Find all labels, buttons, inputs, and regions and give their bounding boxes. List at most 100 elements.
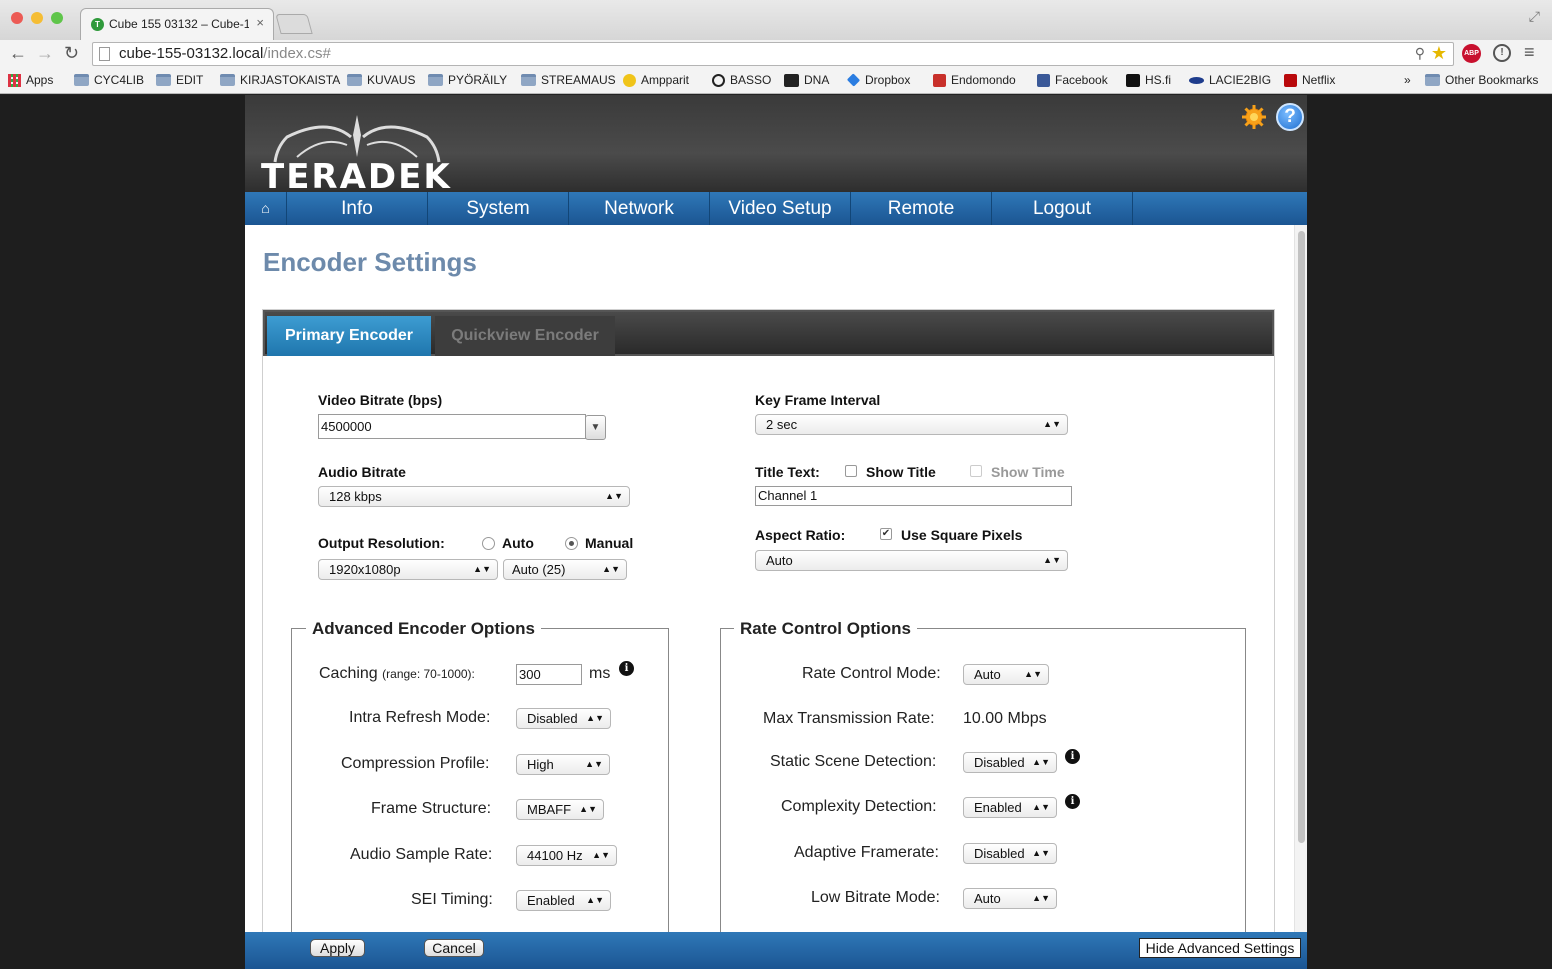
- framerate-select[interactable]: Auto (25) ▲▼: [503, 559, 627, 580]
- output-resolution-manual-radio[interactable]: [565, 537, 578, 550]
- menu-icon[interactable]: ≡: [1524, 42, 1535, 63]
- folder-icon: [74, 74, 89, 86]
- fullscreen-icon[interactable]: ⤢: [1529, 8, 1540, 25]
- nav-info[interactable]: Info: [287, 192, 428, 225]
- complexity-select[interactable]: Enabled ▲▼: [963, 797, 1057, 818]
- adblock-icon[interactable]: ABP: [1462, 44, 1481, 63]
- rate-control-mode-select[interactable]: Auto ▲▼: [963, 664, 1049, 685]
- bookmark-kuvaus[interactable]: KUVAUS: [347, 73, 415, 87]
- max-transmission-value: 10.00 Mbps: [963, 710, 1047, 727]
- adaptive-framerate-label: Adaptive Framerate:: [794, 844, 939, 861]
- main-nav: ⌂ Info System Network Video Setup Remote…: [245, 192, 1307, 225]
- sei-timing-select[interactable]: Enabled ▲▼: [516, 890, 611, 911]
- bookmark-edit[interactable]: EDIT: [156, 73, 203, 87]
- bookmark-dropbox[interactable]: Dropbox: [846, 73, 910, 87]
- caching-input[interactable]: 300: [516, 664, 582, 685]
- static-scene-info-icon[interactable]: i: [1065, 749, 1080, 764]
- reload-icon[interactable]: ↻: [64, 43, 79, 64]
- minimize-window-button[interactable]: [31, 12, 43, 24]
- scrollbar[interactable]: [1294, 225, 1307, 932]
- bookmark-apps[interactable]: Apps: [8, 73, 53, 87]
- bookmark-dna[interactable]: DNA: [784, 73, 829, 87]
- home-icon[interactable]: ⌂: [245, 192, 287, 225]
- nav-remote[interactable]: Remote: [851, 192, 992, 225]
- apply-button[interactable]: Apply: [310, 939, 365, 957]
- square-pixels-label[interactable]: Use Square Pixels: [901, 527, 1022, 543]
- bookmark-facebook[interactable]: Facebook: [1037, 73, 1108, 87]
- nav-system[interactable]: System: [428, 192, 569, 225]
- advanced-encoder-options-legend: Advanced Encoder Options: [306, 619, 541, 639]
- bookmark-basso[interactable]: BASSO: [712, 73, 771, 87]
- settings-gear-icon[interactable]: [1242, 105, 1266, 129]
- nav-video-setup[interactable]: Video Setup: [710, 192, 851, 225]
- compression-profile-select[interactable]: High ▲▼: [516, 754, 610, 775]
- audio-bitrate-select[interactable]: 128 kbps ▲▼: [318, 486, 630, 507]
- main-content: Encoder Settings Primary Encoder Quickvi…: [245, 225, 1307, 932]
- intra-refresh-select[interactable]: Disabled ▲▼: [516, 708, 611, 729]
- bookmark-ampparit[interactable]: Ampparit: [623, 73, 689, 87]
- tab-primary-encoder[interactable]: Primary Encoder: [267, 316, 431, 356]
- page-background: [0, 95, 245, 969]
- audio-sample-rate-select[interactable]: 44100 Hz ▲▼: [516, 845, 617, 866]
- nav-logout[interactable]: Logout: [992, 192, 1133, 225]
- output-resolution-auto-radio[interactable]: [482, 537, 495, 550]
- bookmark-kirjastokaista[interactable]: KIRJASTOKAISTA: [220, 73, 340, 87]
- static-scene-select[interactable]: Disabled ▲▼: [963, 752, 1057, 773]
- bookmark-other[interactable]: Other Bookmarks: [1425, 73, 1538, 87]
- square-pixels-checkbox[interactable]: ✔: [880, 528, 892, 540]
- lacie-icon: [1189, 76, 1204, 84]
- output-resolution-auto-label[interactable]: Auto: [502, 535, 534, 551]
- close-window-button[interactable]: [11, 12, 23, 24]
- page-title: Encoder Settings: [263, 247, 477, 277]
- ghostery-icon[interactable]: !: [1493, 44, 1511, 62]
- low-bitrate-label: Low Bitrate Mode:: [811, 889, 940, 906]
- select-arrow-icon: ▲▼: [1032, 802, 1050, 812]
- tab-close-icon[interactable]: ×: [256, 15, 264, 30]
- audio-sample-rate-label: Audio Sample Rate:: [350, 846, 493, 863]
- complexity-info-icon[interactable]: i: [1065, 794, 1080, 809]
- bookmark-pyoraily[interactable]: PYÖRÄILY: [428, 73, 507, 87]
- zoom-icon[interactable]: ⚲: [1415, 45, 1425, 62]
- caching-info-icon[interactable]: i: [619, 661, 634, 676]
- show-title-label[interactable]: Show Title: [866, 464, 936, 480]
- address-bar[interactable]: cube-155-03132.local/index.cs# ⚲ ★: [92, 42, 1454, 66]
- forward-icon[interactable]: →: [36, 43, 54, 64]
- nav-network[interactable]: Network: [569, 192, 710, 225]
- caching-unit: ms: [589, 665, 611, 682]
- key-frame-select[interactable]: 2 sec ▲▼: [755, 414, 1068, 435]
- select-arrow-icon: ▲▼: [605, 491, 623, 501]
- tab-quickview-encoder[interactable]: Quickview Encoder: [435, 316, 615, 356]
- bookmark-hs[interactable]: HS.fi: [1126, 73, 1171, 87]
- bookmark-streamaus[interactable]: STREAMAUS: [521, 73, 616, 87]
- frame-structure-label: Frame Structure:: [371, 800, 492, 817]
- bookmark-star-icon[interactable]: ★: [1431, 43, 1447, 64]
- back-icon[interactable]: ←: [9, 43, 27, 64]
- frame-structure-select[interactable]: MBAFF ▲▼: [516, 799, 604, 820]
- hide-advanced-settings-button[interactable]: Hide Advanced Settings: [1139, 938, 1301, 958]
- cancel-button[interactable]: Cancel: [424, 939, 484, 957]
- video-bitrate-input[interactable]: 4500000: [318, 414, 586, 439]
- show-title-checkbox[interactable]: [845, 465, 857, 477]
- rate-control-mode-label: Rate Control Mode:: [802, 665, 941, 682]
- bookmark-netflix[interactable]: Netflix: [1284, 73, 1335, 87]
- new-tab-button[interactable]: [275, 14, 313, 34]
- adaptive-framerate-select[interactable]: Disabled ▲▼: [963, 843, 1057, 864]
- bookmarks-overflow-button[interactable]: »: [1404, 73, 1411, 87]
- help-icon[interactable]: ?: [1276, 103, 1304, 131]
- bookmark-cyc4lib[interactable]: CYC4LIB: [74, 73, 144, 87]
- title-text-label: Title Text:: [755, 464, 820, 480]
- show-time-checkbox[interactable]: [970, 465, 982, 477]
- aspect-ratio-select[interactable]: Auto ▲▼: [755, 550, 1068, 571]
- resolution-select[interactable]: 1920x1080p ▲▼: [318, 559, 498, 580]
- low-bitrate-select[interactable]: Auto ▲▼: [963, 888, 1057, 909]
- browser-tab[interactable]: T Cube 155 03132 – Cube-1 ×: [80, 8, 274, 40]
- teradek-logo[interactable]: TERADEK: [261, 157, 452, 197]
- output-resolution-manual-label[interactable]: Manual: [585, 535, 633, 551]
- zoom-window-button[interactable]: [51, 12, 63, 24]
- scroll-thumb[interactable]: [1298, 231, 1305, 843]
- title-text-input[interactable]: Channel 1: [755, 486, 1072, 506]
- video-bitrate-dropdown-button[interactable]: ▼: [585, 415, 606, 440]
- chevron-down-icon: ▼: [590, 422, 601, 433]
- bookmark-lacie2big[interactable]: LACIE2BIG: [1189, 73, 1271, 87]
- bookmark-endomondo[interactable]: Endomondo: [933, 73, 1016, 87]
